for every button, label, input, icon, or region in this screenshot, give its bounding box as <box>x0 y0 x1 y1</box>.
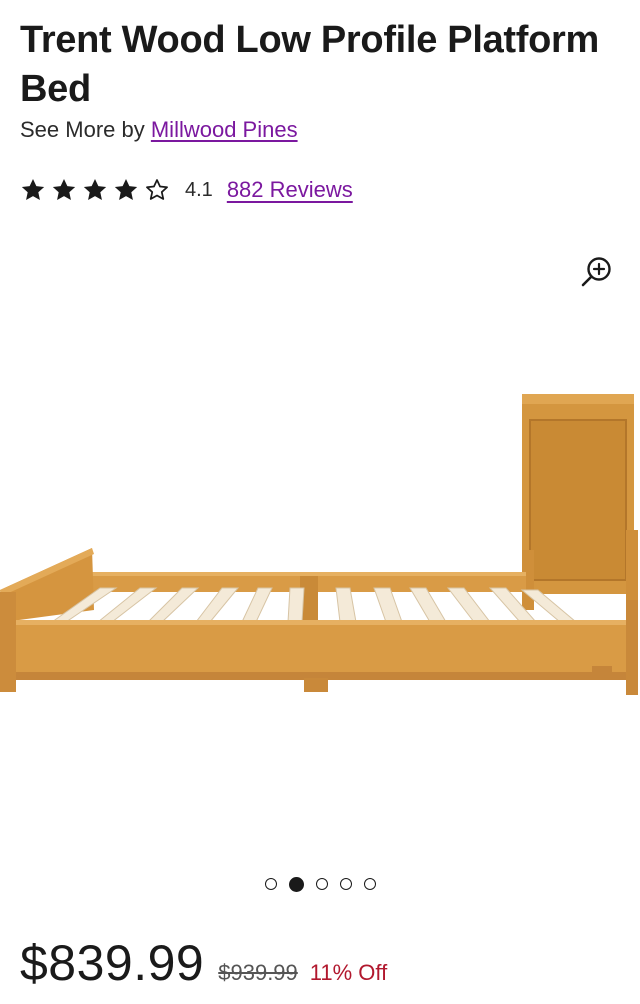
discount-label: 11% Off <box>309 960 388 985</box>
star-filled-icon <box>21 178 45 200</box>
star-rating <box>20 177 175 203</box>
star-filled-icon <box>114 178 138 200</box>
carousel-dot[interactable] <box>339 878 352 890</box>
product-image[interactable] <box>0 300 640 840</box>
sale-price: $839.99 <box>20 935 205 991</box>
star-empty-icon <box>146 179 168 200</box>
brand-link[interactable]: Millwood Pines <box>151 117 298 142</box>
star-filled-icon <box>83 178 107 200</box>
carousel-dot[interactable] <box>264 878 277 890</box>
see-more-prefix: See More by <box>20 117 145 142</box>
star-filled-icon <box>52 178 76 200</box>
zoom-button[interactable] <box>578 254 616 292</box>
price-row: $839.99 $939.99 11% Off <box>20 934 387 998</box>
rating-row: 4.1 882 Reviews <box>20 174 353 206</box>
reviews-link[interactable]: 882 Reviews <box>227 177 353 203</box>
product-title: Trent Wood Low Profile Platform Bed <box>20 19 600 110</box>
rating-value: 4.1 <box>185 178 213 201</box>
zoom-in-icon <box>581 257 611 287</box>
carousel-dot-active[interactable] <box>288 876 304 892</box>
carousel-dot[interactable] <box>363 878 376 890</box>
bed-illustration <box>0 394 638 695</box>
carousel-dots <box>0 874 640 894</box>
original-price: $939.99 <box>218 960 298 985</box>
carousel-dot[interactable] <box>315 878 328 890</box>
see-more-by: See More by Millwood Pines <box>20 116 298 144</box>
